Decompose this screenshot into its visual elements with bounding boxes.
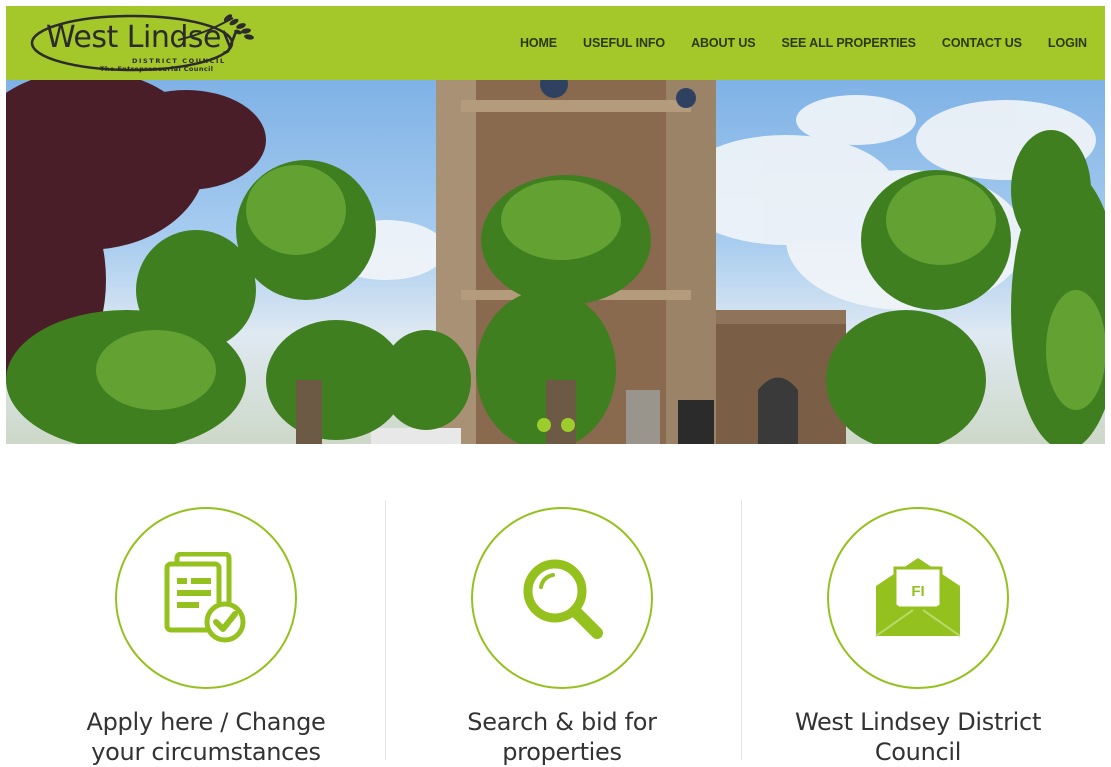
- apply-icon-circle[interactable]: [115, 507, 297, 689]
- envelope-letter-text: FI: [911, 583, 924, 600]
- feature-title-apply[interactable]: Apply here / Change your circumstances: [36, 707, 376, 767]
- feature-apply: Apply here / Change your circumstances: [36, 507, 376, 767]
- nav-useful-info[interactable]: USEFUL INFO: [583, 36, 665, 50]
- nav-home[interactable]: HOME: [520, 36, 557, 50]
- feature-title-line: West Lindsey District: [794, 708, 1042, 736]
- main-nav: HOME USEFUL INFO ABOUT US SEE ALL PROPER…: [494, 6, 1087, 80]
- west-lindsey-logo[interactable]: West Lindsey DISTRICT COUNCIL The Entrep…: [28, 12, 260, 74]
- nav-see-all-properties[interactable]: SEE ALL PROPERTIES: [782, 36, 916, 50]
- hero-slider[interactable]: [6, 80, 1105, 444]
- logo-wordmark: West Lindsey: [46, 20, 239, 55]
- envelope-icon-circle[interactable]: FI: [827, 507, 1009, 689]
- feature-title-search[interactable]: Search & bid for properties: [392, 707, 732, 767]
- slider-pagination: [537, 418, 575, 432]
- search-icon-circle[interactable]: [471, 507, 653, 689]
- feature-title-line: Apply here / Change: [86, 708, 326, 736]
- nav-contact-us[interactable]: CONTACT US: [942, 36, 1022, 50]
- envelope-icon: FI: [875, 558, 961, 637]
- slide-dot-1[interactable]: [537, 418, 551, 432]
- feature-search: Search & bid for properties: [392, 507, 732, 767]
- column-divider: [385, 500, 386, 760]
- column-divider: [741, 500, 742, 760]
- slide-dot-2[interactable]: [561, 418, 575, 432]
- feature-title-line: your circumstances: [91, 738, 321, 766]
- feature-title-line: Council: [874, 738, 962, 766]
- document-check-icon: [164, 552, 246, 643]
- nav-about-us[interactable]: ABOUT US: [691, 36, 756, 50]
- site-header: West Lindsey DISTRICT COUNCIL The Entrep…: [6, 6, 1105, 80]
- logo-tagline: The Entrepreneurial Council: [100, 65, 214, 73]
- feature-council: FI West Lindsey District Council: [748, 507, 1088, 767]
- feature-title-council[interactable]: West Lindsey District Council: [748, 707, 1088, 767]
- hero-image-church: [6, 80, 1105, 444]
- logo-subtitle: DISTRICT COUNCIL: [132, 57, 226, 65]
- feature-title-line: Search & bid for: [467, 708, 657, 736]
- feature-title-line: properties: [502, 738, 622, 766]
- search-icon: [523, 559, 603, 639]
- nav-login[interactable]: LOGIN: [1048, 36, 1087, 50]
